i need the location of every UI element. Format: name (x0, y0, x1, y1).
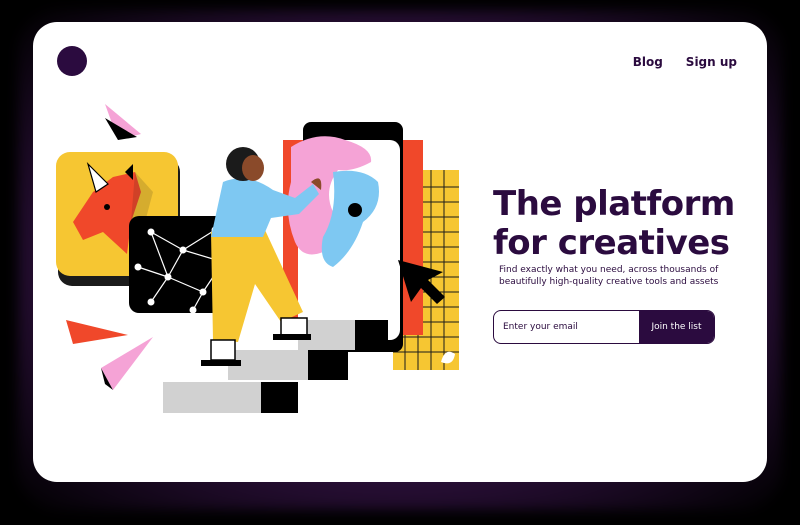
email-signup-form: Join the list (493, 310, 715, 344)
hero-subtext: Find exactly what you need, across thous… (499, 265, 719, 287)
join-list-button[interactable]: Join the list (639, 311, 714, 343)
hero-headline: The platform for creatives (493, 183, 735, 263)
email-input[interactable] (494, 311, 639, 343)
pink-triangle-bottom (101, 337, 153, 390)
red-triangle (66, 320, 128, 344)
landing-card: Blog Sign up The platform for creatives … (33, 22, 767, 482)
black-dot (348, 203, 362, 217)
stairs (163, 320, 388, 413)
